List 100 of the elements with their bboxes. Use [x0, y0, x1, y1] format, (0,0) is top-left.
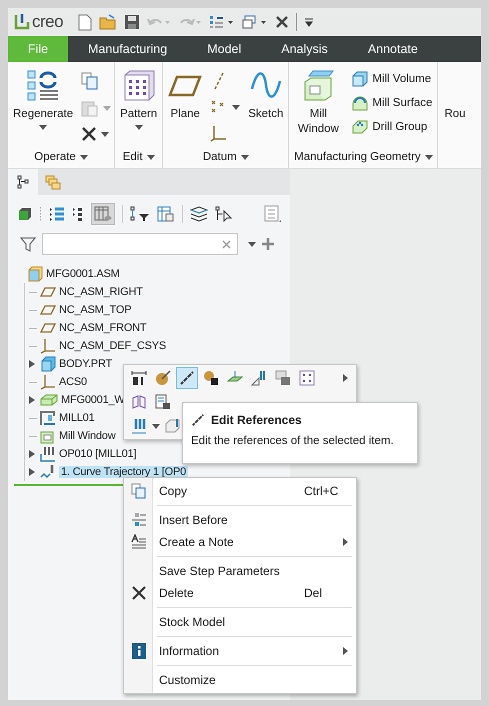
menu-item[interactable]: Create a Note [124, 531, 356, 553]
plane-icon [40, 321, 56, 335]
caret-icon [103, 106, 112, 110]
tree-item[interactable]: OP010 [MILL01] [59, 448, 136, 460]
brush-icon [155, 370, 171, 386]
close-icon[interactable] [275, 15, 290, 29]
save-icon[interactable] [124, 14, 140, 30]
caret-icon [101, 132, 110, 136]
caret-icon[interactable] [152, 424, 160, 428]
group-label[interactable]: Datum [166, 146, 286, 168]
tree-item[interactable]: MILL01 [59, 412, 94, 424]
list-icon[interactable] [49, 206, 65, 222]
tree-item[interactable]: BODY.PRT [59, 358, 112, 370]
tree-icon [17, 175, 29, 189]
table-icon[interactable] [157, 206, 175, 222]
caret-icon [424, 154, 433, 160]
caret-icon[interactable] [248, 242, 256, 246]
menu-item[interactable]: Stock Model [124, 611, 356, 633]
ribbon-tab[interactable]: Analysis [261, 36, 348, 62]
grid-icon [299, 370, 315, 386]
copy-icon [130, 483, 146, 499]
clear-icon[interactable] [222, 240, 231, 248]
trajectory-icon [40, 464, 56, 480]
expand-icon[interactable] [29, 360, 35, 368]
tree-item[interactable]: MFG0001_W [61, 394, 125, 406]
copy-icon[interactable] [81, 72, 100, 90]
ribbon-tab[interactable]: Manufacturing [68, 36, 188, 62]
tooltip-text: Edit the references of the selected item. [191, 435, 395, 447]
menu-item[interactable]: Information [124, 640, 356, 662]
more-arrow-icon[interactable] [343, 374, 348, 382]
menu-item[interactable]: Copy Ctrl+C [124, 480, 356, 502]
tool-path-icon [131, 418, 147, 434]
menu-item[interactable]: Save Step Parameters [124, 560, 356, 582]
tree-item[interactable]: Mill Window [59, 430, 116, 442]
expand-icon[interactable] [29, 468, 35, 476]
cube-icon[interactable] [18, 207, 32, 221]
caret-icon [232, 104, 240, 110]
expand-icon[interactable] [29, 450, 35, 458]
group-label[interactable]: Operate [11, 146, 112, 168]
tree-item[interactable]: ACS0 [59, 376, 87, 388]
outline-icon[interactable] [72, 206, 84, 222]
machine-icon [40, 410, 56, 426]
insert-icon [130, 512, 146, 528]
add-icon[interactable] [262, 238, 274, 250]
tree-item[interactable]: NC_ASM_DEF_CSYS [59, 340, 166, 352]
coordinate-system-icon[interactable] [210, 124, 228, 142]
shortcut-text: Ctrl+C [304, 484, 338, 498]
settings-sheet-icon[interactable] [264, 205, 282, 223]
group-label[interactable]: Manufacturing Geometry [292, 146, 434, 168]
caret-icon [80, 154, 88, 160]
regenerate-icon [26, 69, 60, 103]
ribbon-button[interactable]: Drill Group [350, 117, 434, 137]
search-field[interactable] [42, 233, 238, 255]
ribbon-button[interactable]: Rou [444, 108, 466, 120]
open-folder-icon[interactable] [99, 14, 118, 30]
info-icon [132, 643, 146, 659]
pattern-icon [122, 69, 156, 103]
ribbon-button[interactable]: Mill Volume [350, 69, 434, 89]
tree-item[interactable]: MFG0001.ASM [46, 268, 120, 280]
workpiece-icon [40, 393, 58, 407]
ribbon-tab[interactable]: Annotate [348, 36, 438, 62]
tree-item[interactable]: NC_ASM_TOP [59, 304, 132, 316]
menu-item[interactable]: Insert Before [124, 509, 356, 531]
ribbon-button[interactable]: Mill Surface [350, 93, 434, 113]
menu-item[interactable]: Delete Del [124, 582, 356, 604]
expand-icon[interactable] [29, 396, 35, 404]
note-icon [130, 534, 146, 550]
part-icon [40, 356, 56, 372]
save-state-icon [275, 370, 291, 386]
box-icon [165, 418, 181, 434]
ribbon-tab[interactable]: Model [187, 36, 262, 62]
ribbon-button[interactable]: Pattern [118, 66, 160, 132]
ribbon-button[interactable]: Regenerate [11, 66, 76, 132]
toolbar-button[interactable] [176, 367, 198, 389]
filter-icon[interactable] [20, 236, 36, 252]
navigator-tab[interactable] [8, 169, 38, 195]
delete-icon [132, 586, 146, 600]
delete-icon[interactable] [81, 126, 98, 142]
operation-icon [40, 446, 56, 462]
app-logo: creo [32, 12, 64, 32]
windows-icon[interactable] [242, 14, 268, 30]
ribbon-button[interactable]: Plane [166, 66, 204, 124]
mirror-icon [131, 394, 147, 410]
tool-icon [251, 370, 267, 386]
menu-item[interactable]: Customize [124, 669, 356, 691]
customize-icon[interactable] [304, 17, 314, 27]
cube-icon [352, 71, 368, 87]
tree-item[interactable]: NC_ASM_RIGHT [59, 286, 143, 298]
regenerate-icon[interactable] [209, 14, 236, 30]
pointer-icon[interactable] [215, 206, 233, 222]
tree-filter-icon[interactable] [130, 206, 150, 222]
group-label[interactable]: Edit [118, 146, 160, 168]
tree-item[interactable]: NC_ASM_FRONT [59, 322, 146, 334]
layers-icon[interactable] [190, 206, 208, 222]
list-save-icon [155, 394, 171, 410]
tree-item[interactable]: 1. Curve Trajectory 1 [OP0 [59, 466, 188, 478]
new-file-icon[interactable] [78, 14, 92, 30]
columns-button[interactable] [91, 203, 115, 225]
ribbon-button[interactable]: Mill Window [292, 66, 344, 139]
ribbon-button[interactable]: Sketch [246, 66, 286, 124]
